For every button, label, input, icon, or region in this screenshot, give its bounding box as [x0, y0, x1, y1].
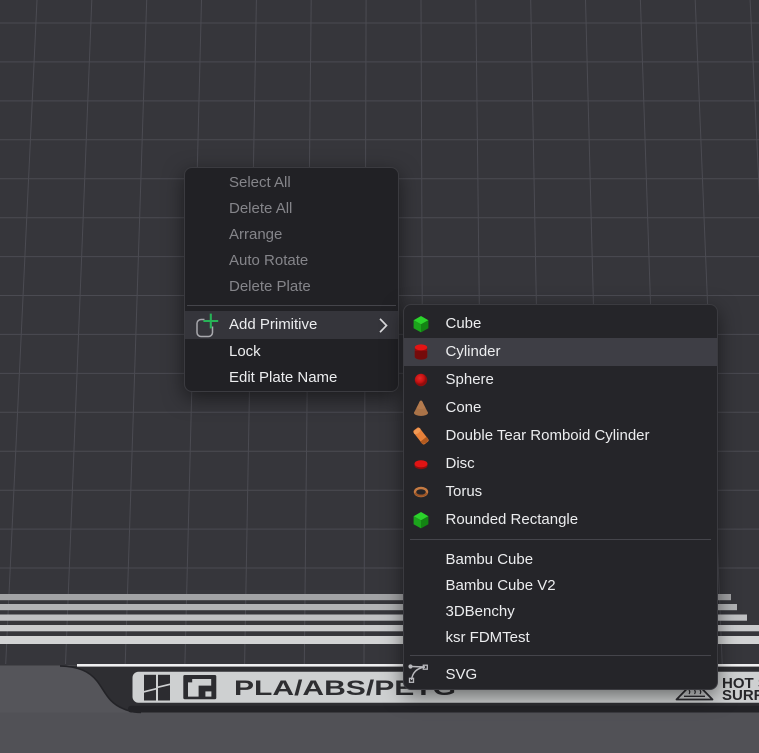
svg-text:SURF: SURF: [722, 687, 759, 704]
